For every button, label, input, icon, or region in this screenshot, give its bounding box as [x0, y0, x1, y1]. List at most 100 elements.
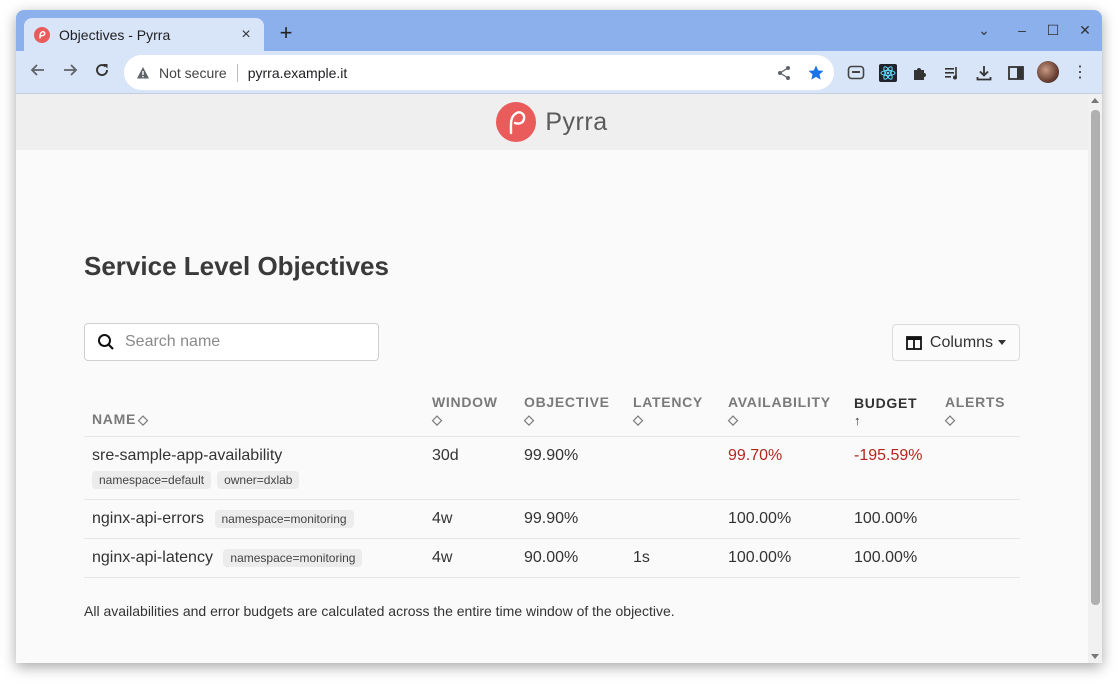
label-chip: owner=dxlab — [217, 470, 300, 489]
window-cell: 30d — [424, 436, 516, 500]
download-icon[interactable] — [974, 63, 994, 83]
search-input[interactable] — [125, 333, 365, 351]
label-chips: namespace=default owner=dxlab — [92, 470, 416, 489]
header-objective-label: OBJECTIVE — [524, 393, 610, 410]
sort-icon: ◇ — [945, 411, 956, 427]
table-row[interactable]: nginx-api-errors namespace=monitoring 4w… — [84, 499, 1020, 539]
header-objective[interactable]: OBJECTIVE ◇ — [516, 384, 625, 437]
header-window[interactable]: WINDOW ◇ — [424, 384, 516, 437]
alerts-cell — [937, 436, 1020, 500]
label-chip: namespace=monitoring — [214, 509, 354, 528]
scroll-up-icon[interactable] — [1091, 98, 1099, 103]
page-scrollbar[interactable] — [1088, 94, 1102, 663]
not-secure-label: Not secure — [159, 64, 227, 81]
latency-cell: 1s — [625, 538, 720, 579]
objective-cell: 99.90% — [516, 436, 625, 500]
availability-cell: 100.00% — [720, 499, 846, 539]
address-bar[interactable]: Not secure pyrra.example.it — [124, 55, 834, 90]
columns-button[interactable]: Columns — [892, 324, 1020, 361]
extensions-puzzle-icon[interactable] — [910, 63, 930, 83]
pyrra-logo-icon — [496, 102, 537, 142]
url-text: pyrra.example.it — [247, 64, 348, 81]
latency-cell — [625, 499, 720, 539]
budget-cell: -195.59% — [846, 436, 937, 500]
sort-icon: ◇ — [432, 411, 443, 427]
new-tab-button[interactable]: + — [274, 22, 298, 46]
header-name-label: NAME — [92, 410, 137, 427]
page-content: Pyrra Service Level Objectives Columns N… — [16, 94, 1088, 663]
availability-cell: 99.70% — [720, 436, 846, 500]
slo-name[interactable]: nginx-api-latency — [92, 549, 213, 566]
chat-extension-icon[interactable] — [846, 63, 866, 83]
share-icon[interactable] — [775, 64, 793, 82]
availability-cell: 100.00% — [720, 538, 846, 579]
browser-toolbar: Not secure pyrra.example.it ⋮ — [16, 51, 1102, 94]
minimize-icon[interactable]: – — [1010, 22, 1034, 42]
app-name: Pyrra — [545, 107, 608, 136]
media-control-icon[interactable] — [942, 63, 962, 83]
window-cell: 4w — [424, 499, 516, 539]
slo-name[interactable]: nginx-api-errors — [92, 510, 204, 527]
react-devtools-icon[interactable] — [878, 63, 898, 83]
scroll-down-icon[interactable] — [1091, 654, 1099, 659]
slo-name-cell[interactable]: nginx-api-latency namespace=monitoring — [84, 538, 424, 579]
slo-name-cell[interactable]: nginx-api-errors namespace=monitoring — [84, 499, 424, 539]
sort-ascending-icon: ↑ — [854, 412, 862, 428]
maximize-icon[interactable]: ☐ — [1041, 22, 1065, 42]
window-cell: 4w — [424, 538, 516, 579]
forward-icon[interactable] — [58, 61, 82, 85]
budget-cell: 100.00% — [846, 538, 937, 579]
columns-icon — [906, 335, 922, 350]
footnote: All availabilities and error budgets are… — [84, 603, 675, 619]
search-box — [84, 323, 379, 361]
tab-search-icon[interactable]: ⌄ — [972, 22, 996, 42]
header-alerts[interactable]: ALERTS ◇ — [937, 384, 1020, 437]
bookmark-star-icon[interactable] — [807, 64, 825, 82]
sort-icon: ◇ — [138, 411, 149, 427]
header-alerts-label: ALERTS — [945, 393, 1006, 410]
warning-icon — [137, 66, 149, 78]
browser-window: Objectives - Pyrra × + ⌄ – ☐ ✕ Not secur… — [16, 10, 1102, 663]
tab-title: Objectives - Pyrra — [59, 26, 171, 43]
header-budget[interactable]: BUDGET ↑ — [846, 384, 937, 437]
tab-close-icon[interactable]: × — [238, 26, 254, 44]
table-header-row: NAME ◇ WINDOW ◇ OBJECTIVE ◇ LATENCY ◇ AVAILA… — [84, 384, 1020, 437]
page-title: Service Level Objectives — [84, 251, 389, 281]
sort-icon: ◇ — [633, 411, 644, 427]
back-icon[interactable] — [26, 61, 50, 85]
header-window-label: WINDOW — [432, 393, 498, 410]
slo-name-cell[interactable]: sre-sample-app-availability namespace=de… — [84, 436, 424, 500]
label-chip: namespace=monitoring — [223, 548, 363, 567]
label-chip: namespace=default — [92, 470, 212, 489]
browser-tab[interactable]: Objectives - Pyrra × — [24, 18, 264, 51]
header-budget-label: BUDGET — [854, 394, 918, 411]
latency-cell — [625, 436, 720, 500]
budget-cell: 100.00% — [846, 499, 937, 539]
pyrra-favicon-icon — [34, 26, 50, 43]
reload-icon[interactable] — [90, 61, 114, 85]
alerts-cell — [937, 538, 1020, 579]
slo-name[interactable]: sre-sample-app-availability — [92, 447, 282, 464]
columns-label: Columns — [929, 333, 994, 351]
sort-icon: ◇ — [728, 411, 739, 427]
profile-avatar[interactable] — [1037, 61, 1059, 83]
slo-table: NAME ◇ WINDOW ◇ OBJECTIVE ◇ LATENCY ◇ AVAILA… — [84, 384, 1020, 579]
header-latency[interactable]: LATENCY ◇ — [625, 384, 720, 437]
scroll-thumb[interactable] — [1091, 110, 1100, 605]
header-availability[interactable]: AVAILABILITY ◇ — [720, 384, 846, 437]
browser-menu-icon[interactable]: ⋮ — [1072, 63, 1088, 83]
objective-cell: 99.90% — [516, 499, 625, 539]
table-row[interactable]: sre-sample-app-availability namespace=de… — [84, 436, 1020, 500]
table-row[interactable]: nginx-api-latency namespace=monitoring 4… — [84, 538, 1020, 579]
side-panel-icon[interactable] — [1006, 63, 1026, 83]
header-latency-label: LATENCY — [633, 393, 703, 410]
header-name[interactable]: NAME ◇ — [84, 384, 424, 437]
caret-down-icon — [998, 340, 1007, 345]
app-header: Pyrra — [16, 94, 1088, 150]
alerts-cell — [937, 499, 1020, 539]
header-availability-label: AVAILABILITY — [728, 393, 831, 410]
objective-cell: 90.00% — [516, 538, 625, 579]
close-window-icon[interactable]: ✕ — [1073, 22, 1097, 42]
sort-icon: ◇ — [524, 411, 535, 427]
search-icon — [98, 334, 114, 350]
